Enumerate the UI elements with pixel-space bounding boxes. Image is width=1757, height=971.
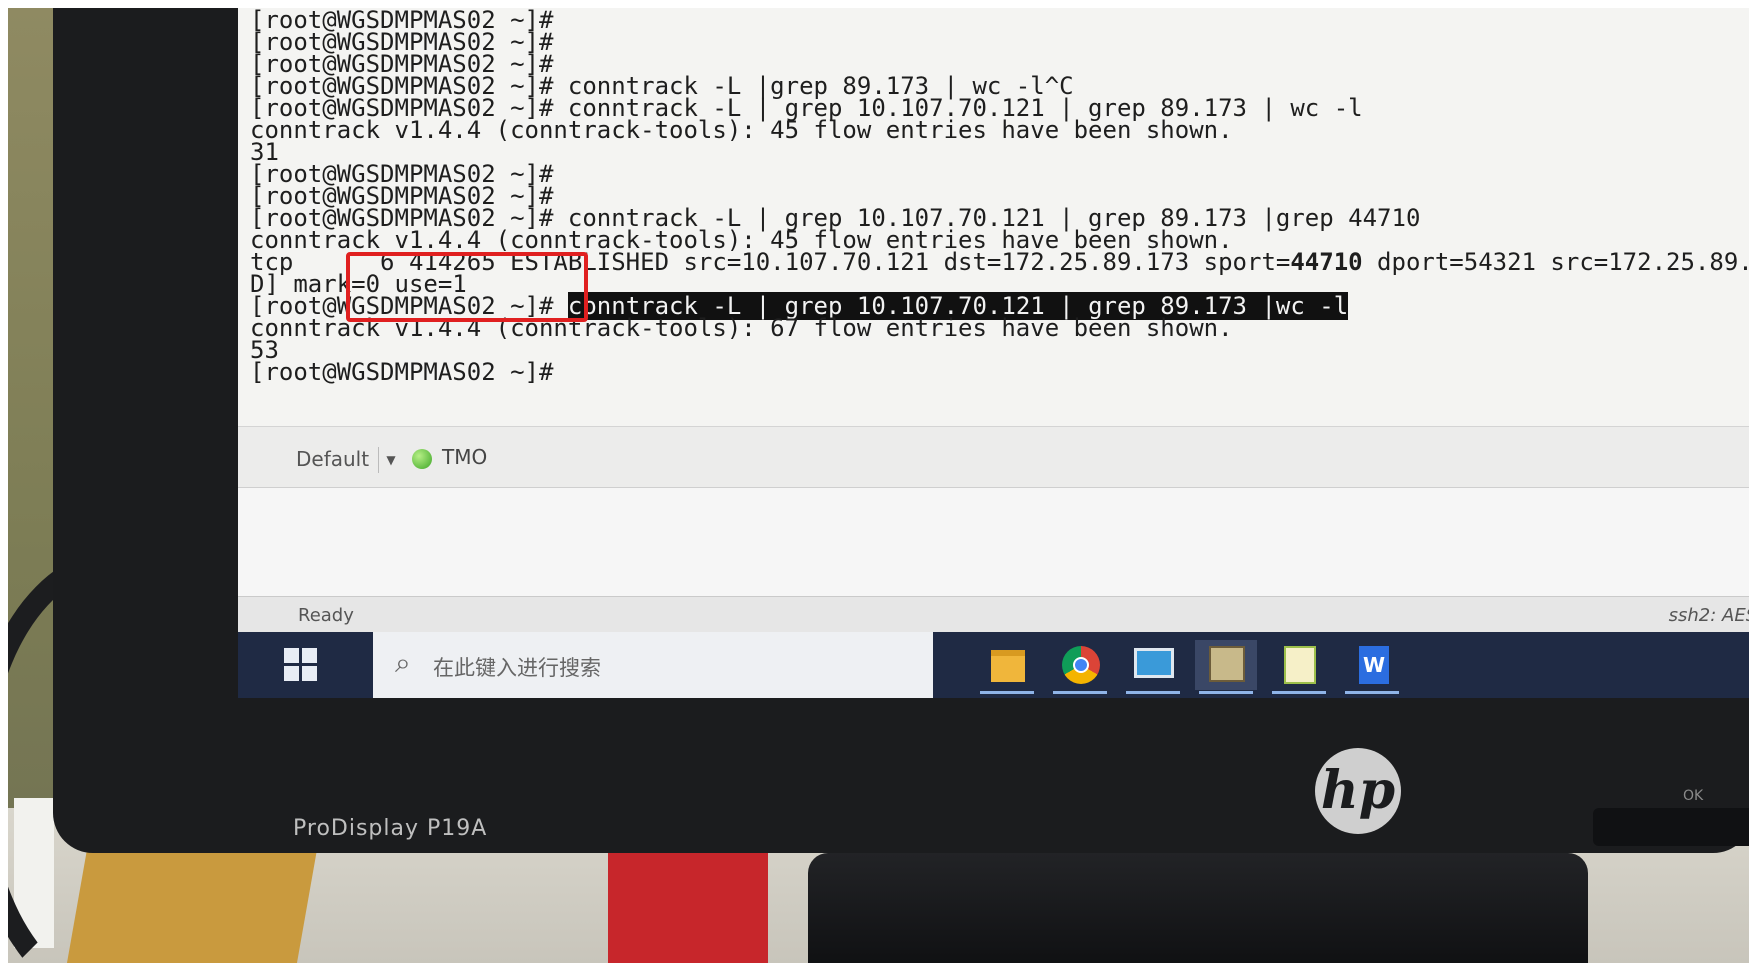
- session-tab-tmo[interactable]: TMO: [442, 445, 487, 469]
- remote-desktop-icon[interactable]: [1122, 640, 1184, 694]
- hp-logo: hp: [1315, 748, 1401, 834]
- monitor-stand: [808, 853, 1588, 963]
- search-icon: ⌕: [395, 646, 411, 679]
- screenshot-tool-icon[interactable]: [1195, 640, 1257, 694]
- red-box: [608, 848, 768, 963]
- terminal-line: conntrack v1.4.4 (conntrack-tools): 45 f…: [250, 116, 1233, 144]
- taskbar-search-box[interactable]: ⌕ 在此键入进行搜索: [373, 632, 933, 698]
- status-bar: Ready ssh2: AES-256: [238, 596, 1749, 633]
- word-icon[interactable]: W: [1341, 640, 1403, 694]
- session-toolbar: Default ▼ TMO: [238, 426, 1749, 488]
- windows-taskbar: ⌕ 在此键入进行搜索 W: [238, 632, 1749, 698]
- chrome-icon[interactable]: [1049, 640, 1111, 694]
- chart-app-icon[interactable]: [1268, 640, 1330, 694]
- tcp-entry-port: 44710: [1290, 248, 1363, 276]
- monitor-control-button[interactable]: [1593, 808, 1749, 846]
- status-text: Ready: [298, 605, 354, 626]
- connection-status-icon: [412, 449, 432, 469]
- monitor-bezel: [root@WGSDMPMAS02 ~]# [root@WGSDMPMAS02 …: [53, 8, 1749, 853]
- chevron-down-icon[interactable]: ▼: [378, 447, 403, 473]
- tcp-entry-suffix: dport=54321 src=172.25.89.173: [1377, 248, 1749, 276]
- ok-label: OK: [1683, 788, 1704, 804]
- session-selector[interactable]: Default: [296, 447, 369, 471]
- red-annotation-box: [346, 252, 588, 322]
- monitor-screen: [root@WGSDMPMAS02 ~]# [root@WGSDMPMAS02 …: [238, 8, 1749, 698]
- connection-info: ssh2: AES-256: [1668, 605, 1749, 626]
- file-explorer-icon[interactable]: [976, 640, 1038, 694]
- terminal-line: [root@WGSDMPMAS02 ~]#: [250, 358, 554, 386]
- windows-start-icon[interactable]: [284, 648, 318, 682]
- photo-frame: [root@WGSDMPMAS02 ~]# [root@WGSDMPMAS02 …: [8, 8, 1749, 963]
- terminal-output[interactable]: [root@WGSDMPMAS02 ~]# [root@WGSDMPMAS02 …: [238, 8, 1749, 426]
- monitor-model-label: ProDisplay P19A: [293, 816, 488, 841]
- search-placeholder: 在此键入进行搜索: [433, 656, 601, 680]
- empty-pane: [238, 488, 1749, 596]
